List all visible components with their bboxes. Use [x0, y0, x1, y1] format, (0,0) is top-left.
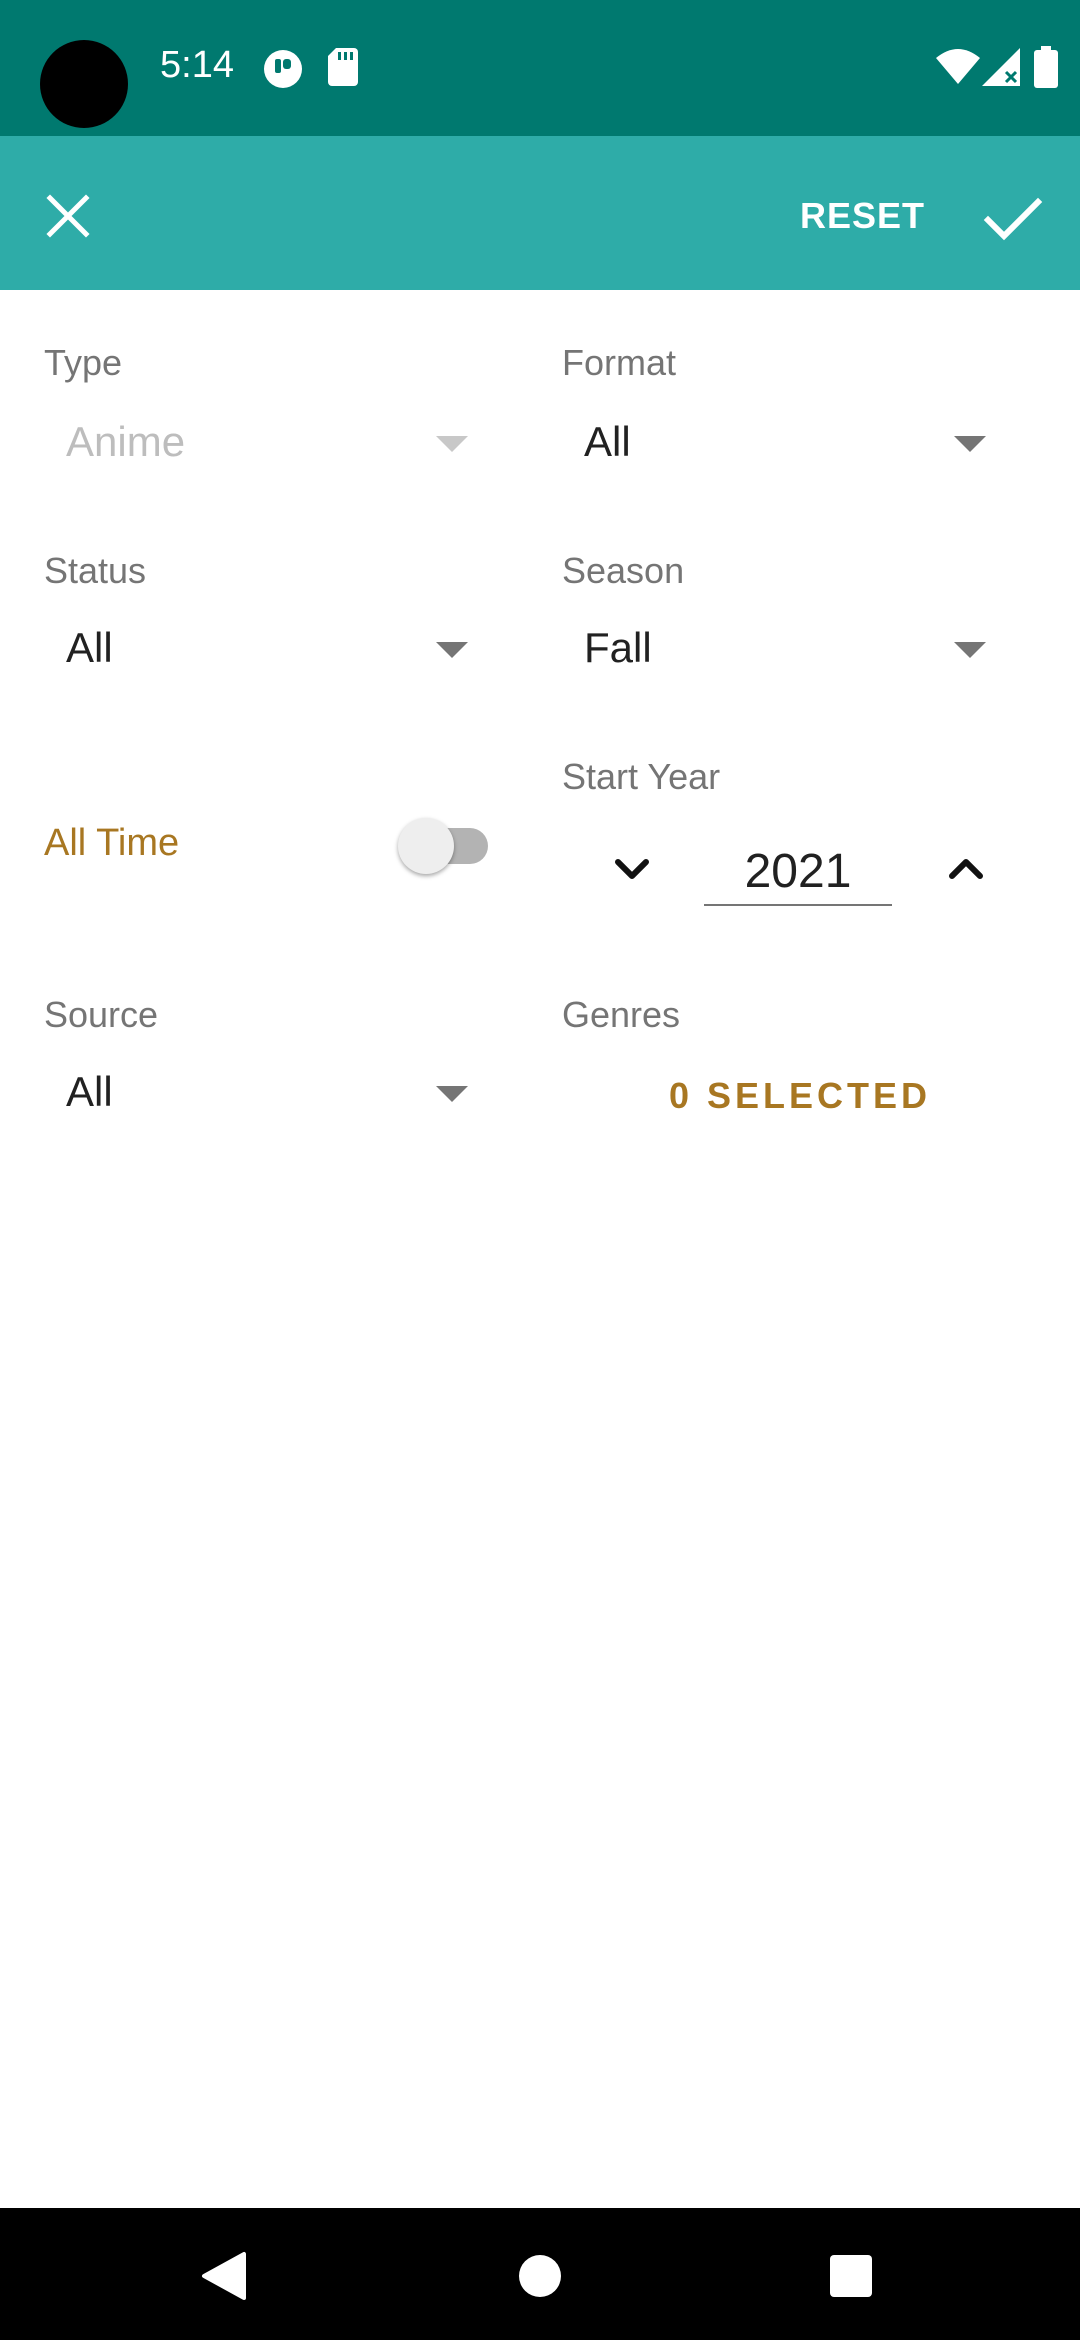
all-time-label: All Time [44, 822, 180, 864]
source-value: All [66, 1068, 113, 1115]
season-value: Fall [584, 624, 652, 671]
check-icon[interactable] [976, 182, 1048, 254]
status-time: 5:14 [160, 44, 234, 86]
recents-icon[interactable] [829, 2254, 873, 2298]
home-icon[interactable] [518, 2254, 562, 2298]
format-value: All [584, 418, 631, 465]
format-spinner[interactable]: All [562, 404, 1002, 484]
source-label: Source [44, 994, 159, 1035]
dropdown-arrow-icon [436, 1086, 468, 1102]
sd-card-icon [328, 48, 358, 86]
dropdown-arrow-icon [436, 436, 468, 452]
dropdown-arrow-icon [954, 436, 986, 452]
status-label: Status [44, 550, 147, 591]
status-spinner[interactable]: All [44, 610, 484, 690]
camera-cutout [40, 40, 128, 128]
close-icon[interactable] [36, 184, 100, 248]
app-notification-icon [264, 50, 302, 88]
battery-icon [1034, 46, 1058, 88]
dropdown-arrow-icon [954, 642, 986, 658]
filter-toolbar: RESET [0, 136, 1080, 290]
status-value: All [66, 624, 113, 671]
reset-button[interactable]: RESET [780, 186, 945, 246]
genres-label: Genres [562, 994, 681, 1035]
type-spinner: Anime [44, 404, 484, 484]
type-value: Anime [66, 418, 186, 465]
navigation-bar [0, 2208, 1080, 2340]
status-bar: 5:14 [0, 0, 1080, 136]
chevron-up-icon[interactable] [934, 842, 998, 898]
season-spinner[interactable]: Fall [562, 610, 1002, 690]
source-spinner[interactable]: All [44, 1054, 484, 1134]
chevron-down-icon[interactable] [600, 842, 664, 898]
dropdown-arrow-icon [436, 642, 468, 658]
type-label: Type [44, 342, 123, 383]
all-time-switch-thumb[interactable] [398, 818, 454, 874]
format-label: Format [562, 342, 677, 383]
start-year-label: Start Year [562, 756, 721, 797]
wifi-icon [936, 49, 980, 84]
start-year-input[interactable] [704, 838, 892, 906]
cell-signal-icon [982, 48, 1020, 86]
season-label: Season [562, 550, 685, 591]
genres-select-button[interactable]: 0 SELECTED [620, 1064, 980, 1128]
back-icon[interactable] [200, 2250, 248, 2302]
